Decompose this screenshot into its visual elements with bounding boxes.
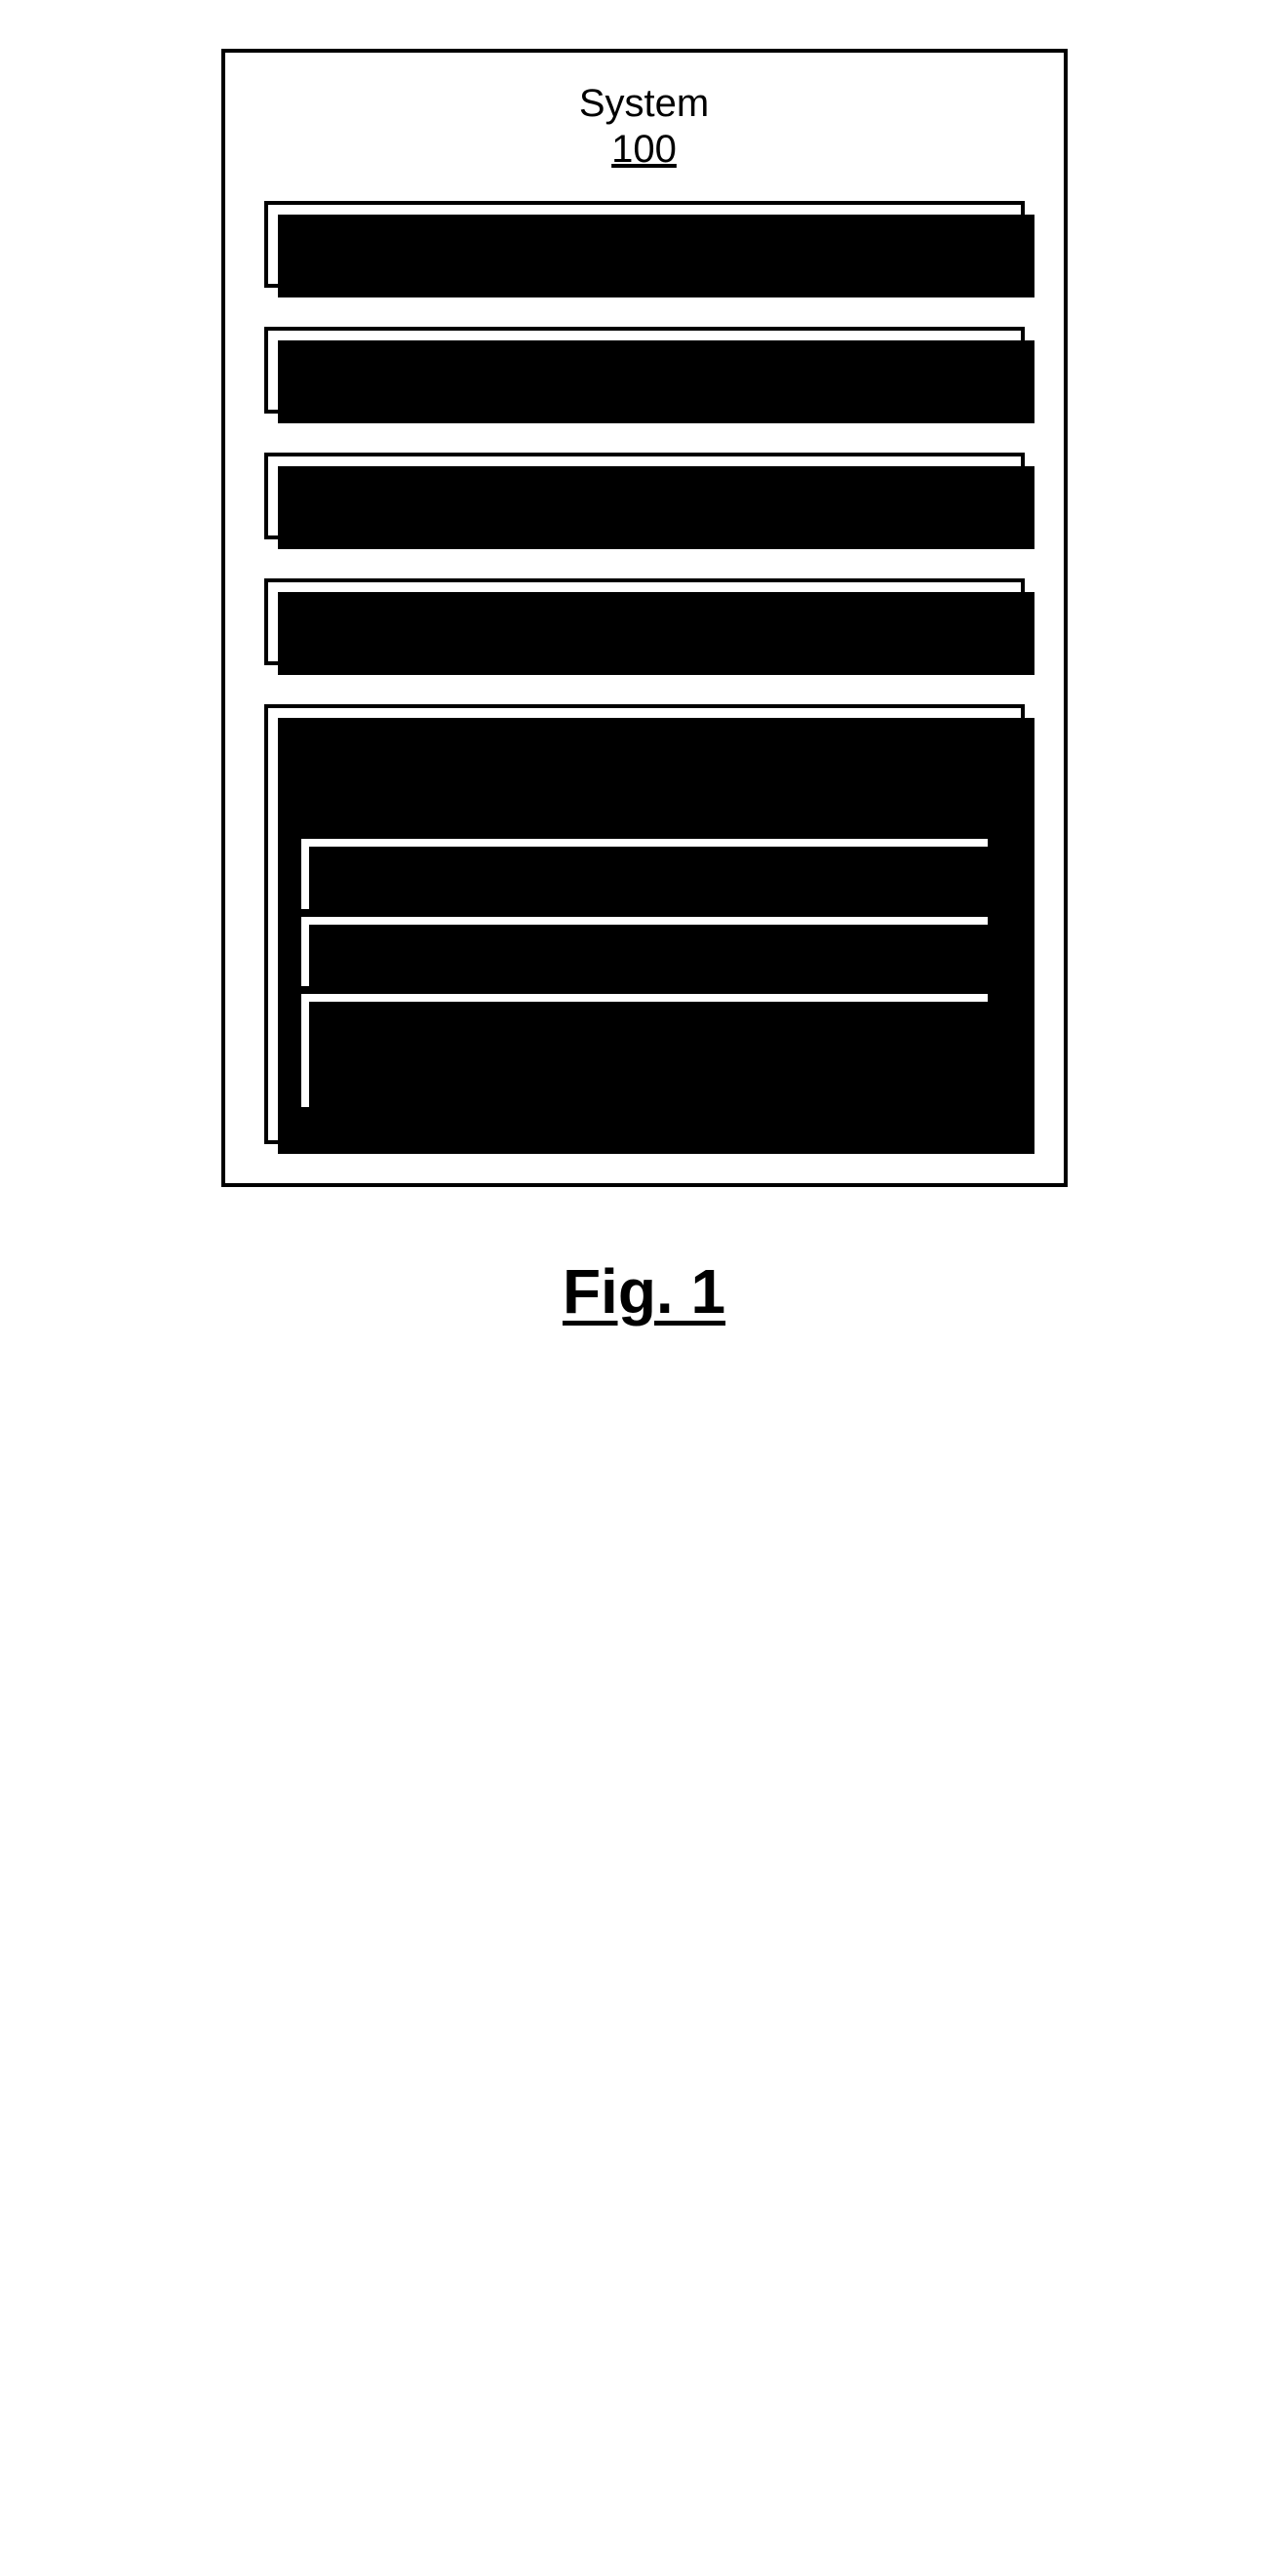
storage-title: Data Storage Facility 110: [297, 726, 992, 815]
storage-item-ref: 112: [757, 852, 816, 893]
storage-item-label: Path SelectionHeuristic Data: [493, 1008, 763, 1091]
storage-item-label: Path Data: [527, 931, 691, 971]
facility-label: User Interface Facility: [417, 222, 795, 265]
facility-ref: 108: [774, 600, 839, 643]
figure-caption: Fig. 1: [563, 1255, 725, 1328]
facility-ui: User Interface Facility 102: [264, 201, 1025, 288]
storage-item-path-data: Path Data 114: [297, 913, 992, 991]
facility-label: Communication Facility: [405, 348, 807, 391]
facility-monitoring: Monitoring Facility 108: [264, 578, 1025, 665]
system-block: System 100 User Interface Facility 102 C…: [221, 49, 1068, 1187]
storage-item-forwarding-data: Forwarding Data 112: [297, 835, 992, 913]
facility-ref: 106: [781, 474, 846, 517]
system-label: System: [579, 82, 709, 125]
storage-item-label: Forwarding Data: [472, 852, 746, 893]
storage-item-ref: 116: [736, 1050, 796, 1091]
facility-ref: 102: [805, 222, 871, 265]
storage-item-path-selection-heuristic: Path SelectionHeuristic Data 116: [297, 990, 992, 1110]
storage-ref: 110: [297, 772, 992, 815]
system-ref: 100: [264, 128, 1025, 172]
system-title: System 100: [264, 82, 1025, 172]
facility-label: Monitoring Facility: [449, 600, 762, 643]
data-storage-block: Data Storage Facility 110 Forwarding Dat…: [264, 704, 1025, 1144]
storage-label: Data Storage Facility: [463, 726, 825, 769]
facility-label: Forwarding Facility: [443, 474, 770, 517]
facility-communication: Communication Facility 104: [264, 327, 1025, 414]
facility-ref: 104: [818, 348, 883, 391]
storage-item-ref: 114: [702, 931, 761, 971]
facility-forwarding: Forwarding Facility 106: [264, 453, 1025, 539]
